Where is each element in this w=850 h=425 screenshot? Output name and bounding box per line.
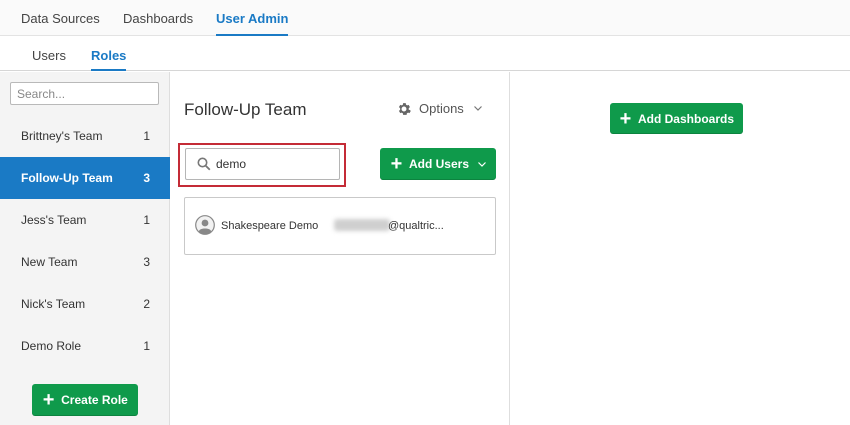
sub-nav: Users Roles — [0, 36, 850, 71]
magnifier-icon — [197, 157, 211, 171]
role-item-follow-up-team[interactable]: Follow-Up Team 3 — [0, 157, 170, 199]
role-name: Demo Role — [21, 339, 82, 353]
role-item-jess-team[interactable]: Jess's Team 1 — [0, 199, 170, 241]
tab-dashboards[interactable]: Dashboards — [123, 11, 193, 36]
role-member-count: 2 — [143, 297, 150, 311]
dashboards-panel: + Add Dashboards — [511, 72, 850, 425]
chevron-down-icon — [478, 161, 486, 167]
chevron-down-icon — [473, 106, 482, 111]
tab-roles[interactable]: Roles — [91, 48, 127, 71]
role-search-input[interactable] — [10, 82, 159, 105]
role-member-count: 1 — [143, 129, 150, 143]
member-search-input[interactable] — [216, 150, 336, 178]
role-item-demo-role[interactable]: Demo Role 1 — [0, 325, 170, 367]
plus-icon: + — [42, 389, 55, 411]
tab-data-sources[interactable]: Data Sources — [21, 11, 100, 36]
role-name: Brittney's Team — [21, 129, 103, 143]
member-list: Shakespeare Demo @qualtric... — [184, 197, 496, 255]
role-item-brittneys-team[interactable]: Brittney's Team 1 — [0, 115, 170, 157]
role-item-new-team[interactable]: New Team 3 — [0, 241, 170, 283]
role-item-nicks-team[interactable]: Nick's Team 2 — [0, 283, 170, 325]
member-name: Shakespeare Demo — [221, 220, 319, 232]
role-member-count: 3 — [143, 255, 150, 269]
add-dashboards-button[interactable]: + Add Dashboards — [610, 103, 743, 134]
tab-users[interactable]: Users — [32, 48, 66, 71]
add-dashboards-label: Add Dashboards — [637, 111, 734, 126]
role-member-count: 1 — [143, 339, 150, 353]
role-member-count: 1 — [143, 213, 150, 227]
add-users-label: Add Users — [408, 157, 470, 171]
role-name: New Team — [21, 255, 78, 269]
role-name: Nick's Team — [21, 297, 86, 311]
member-search-field — [185, 148, 340, 180]
gear-icon — [398, 102, 411, 115]
page-title: Follow-Up Team — [184, 100, 307, 119]
role-name: Follow-Up Team — [21, 171, 113, 185]
create-role-label: Create Role — [61, 393, 128, 407]
role-detail-panel: Follow-Up Team Options + Add Users — [171, 72, 510, 425]
role-member-count: 3 — [143, 171, 150, 185]
member-email: @qualtric... — [388, 220, 444, 232]
plus-icon: + — [390, 153, 403, 175]
add-users-button[interactable]: + Add Users — [380, 148, 496, 180]
role-name: Jess's Team — [21, 213, 87, 227]
create-role-button[interactable]: + Create Role — [32, 384, 138, 416]
options-menu[interactable]: Options — [397, 101, 482, 116]
top-nav: Data Sources Dashboards User Admin — [0, 0, 850, 36]
plus-icon: + — [619, 107, 632, 130]
avatar-icon — [195, 215, 215, 235]
redacted-email — [334, 219, 390, 231]
list-item[interactable]: Shakespeare Demo @qualtric... — [185, 198, 495, 254]
roles-sidebar: Brittney's Team 1 Follow-Up Team 3 Jess'… — [0, 72, 170, 425]
options-label: Options — [419, 101, 464, 116]
tab-user-admin[interactable]: User Admin — [216, 11, 289, 36]
